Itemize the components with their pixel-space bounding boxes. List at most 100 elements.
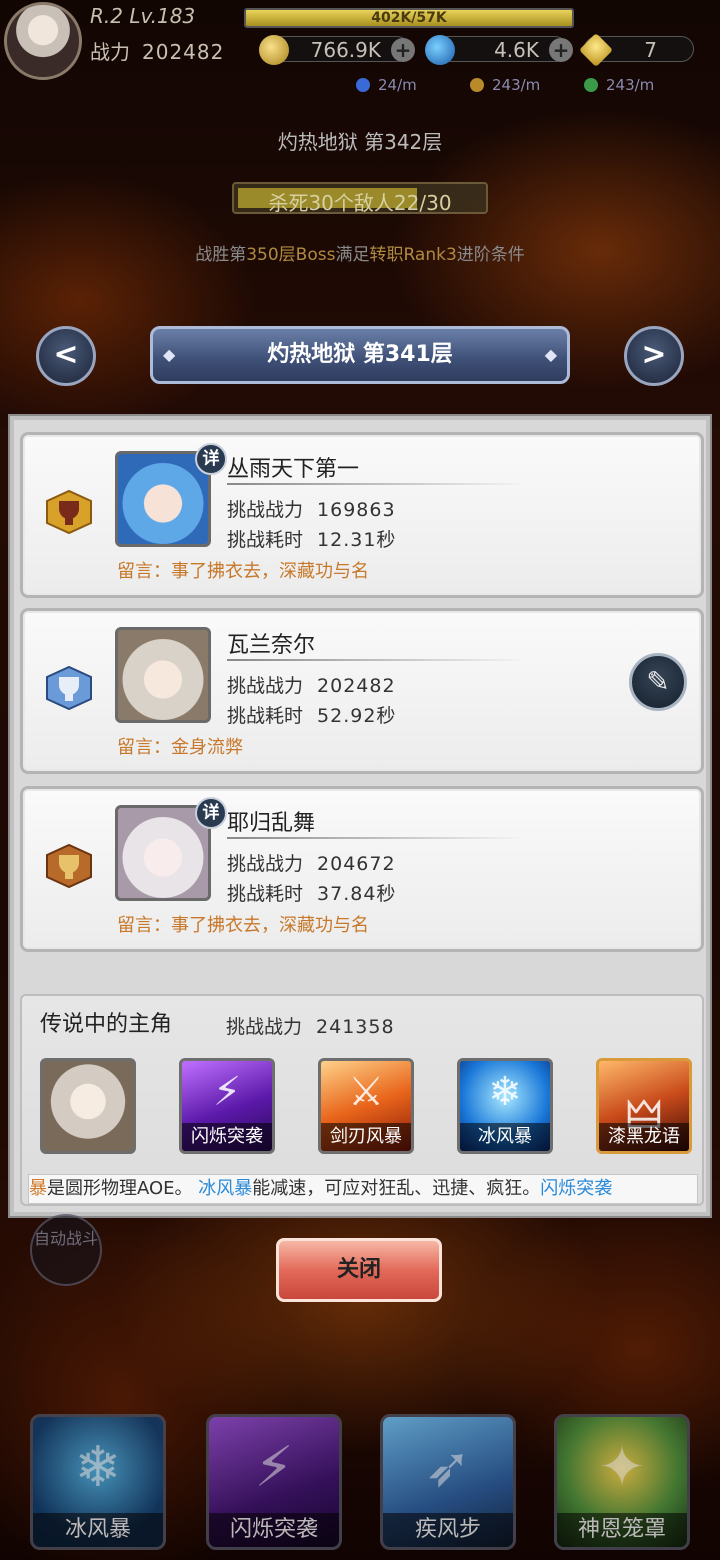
gem-rate-icon <box>356 78 370 92</box>
player-name: 耶归乱舞 <box>227 811 316 836</box>
skill-ice-storm[interactable]: ❄ 冰风暴 <box>457 1058 553 1154</box>
challenge-power-label: 挑战战力 <box>227 499 304 521</box>
auto-battle-button[interactable]: 自动战斗 <box>30 1214 102 1286</box>
challenge-power: 挑战战力 169863 <box>227 495 396 522</box>
bottom-skill-ice-storm[interactable]: ❄ 冰风暴 <box>30 1414 166 1550</box>
divine-shield-icon: ✦ <box>598 1435 646 1500</box>
challenge-time: 挑战耗时 52.92秒 <box>227 701 396 728</box>
gem-rate-text: 24/m <box>378 76 417 94</box>
boss-cond-floor: 350层Boss <box>246 245 336 265</box>
detail-badge[interactable]: 详 <box>195 443 227 475</box>
bottom-skill-label: 疾风步 <box>383 1513 513 1547</box>
blade-storm-icon: ⚔ <box>348 1069 384 1115</box>
add-gem-button[interactable]: + <box>549 38 573 62</box>
bottom-skill-wind-step[interactable]: ➶ 疾风步 <box>380 1414 516 1550</box>
challenge-time-value: 12.31秒 <box>317 529 397 551</box>
floor-banner: 灼热地狱 第341层 <box>150 326 570 384</box>
boss-cond-rank: 转职Rank3 <box>369 245 457 265</box>
challenge-power-value: 204672 <box>317 853 396 875</box>
wind-step-icon: ➶ <box>424 1435 472 1500</box>
current-floor-title: 灼热地狱 第342层 <box>277 130 443 154</box>
flash-assault-icon: ⚡ <box>254 1435 294 1500</box>
bottom-skill-label: 闪烁突袭 <box>209 1513 339 1547</box>
player-power: 战力 202482 <box>90 36 224 65</box>
player-message: 留言：事了拂衣去，深藏功与名 <box>117 915 369 936</box>
gold-rate-icon <box>470 78 484 92</box>
player-name: 丛雨天下第一 <box>227 457 360 482</box>
gem-rate: 24/m <box>356 76 417 94</box>
record-card: 瓦兰奈尔 挑战战力 202482 挑战耗时 52.92秒 留言：金身流弊 ✎ <box>20 608 704 774</box>
flash-assault-icon: ⚡ <box>212 1069 242 1115</box>
top-hud: R.2 Lv.183 402K/57K 战力 202482 766.9K + 4.… <box>0 0 720 110</box>
player-message: 留言：金身流弊 <box>117 737 243 758</box>
challenge-time: 挑战耗时 12.31秒 <box>227 525 396 552</box>
tip-text: 是圆形物理AOE。 <box>47 1178 199 1199</box>
player-name: 瓦兰奈尔 <box>227 633 316 658</box>
exp-rate-text: 243/m <box>606 76 655 94</box>
yellow-crystal-icon <box>579 33 613 67</box>
floor-records-panel: 详 丛雨天下第一 挑战战力 169863 挑战耗时 12.31秒 留言：事了拂衣去，… <box>10 416 710 1216</box>
gold-trophy-icon <box>46 489 92 535</box>
challenge-time-label: 挑战耗时 <box>227 883 304 905</box>
legend-hero-portrait[interactable] <box>40 1058 136 1154</box>
bottom-skill-label: 冰风暴 <box>33 1513 163 1547</box>
power-label: 战力 <box>90 40 130 64</box>
gold-counter: 766.9K + <box>259 35 415 65</box>
bottom-skill-divine-shield[interactable]: ✦ 神恩笼罩 <box>554 1414 690 1550</box>
tip-skill-ice: 冰风暴 <box>198 1178 253 1199</box>
player-portrait[interactable] <box>115 627 211 723</box>
player-avatar[interactable] <box>4 2 82 80</box>
legend-hero-section: 传说中的主角 挑战战力 241358 ⚡ 闪烁突袭 ⚔ 剑刃风暴 ❄ 冰风暴 🜲 … <box>20 994 704 1206</box>
challenge-power: 挑战战力 202482 <box>227 671 396 698</box>
name-divider <box>227 837 527 839</box>
skill-dark-dragon[interactable]: 🜲 漆黑龙语 <box>596 1058 692 1154</box>
boss-cond-part: 进阶条件 <box>456 245 525 265</box>
boss-cond-part: 战胜第 <box>195 245 247 265</box>
gold-rate: 243/m <box>470 76 540 94</box>
record-card: 详 丛雨天下第一 挑战战力 169863 挑战耗时 12.31秒 留言：事了拂衣去，… <box>20 432 704 598</box>
kill-task: 杀死30个敌人22/30 <box>232 182 488 215</box>
close-button[interactable]: 关闭 <box>276 1238 442 1302</box>
challenge-time-label: 挑战耗时 <box>227 705 304 727</box>
challenge-power-label: 挑战战力 <box>227 853 304 875</box>
crystal-counter: 7 <box>579 33 694 67</box>
legend-power: 挑战战力 241358 <box>226 1012 395 1039</box>
name-divider <box>227 659 527 661</box>
tip-keyword: 暴 <box>29 1178 47 1199</box>
scroll-quill-icon[interactable]: ✎ <box>629 653 687 711</box>
crystal-value: 7 <box>644 38 657 62</box>
challenge-power: 挑战战力 204672 <box>227 849 396 876</box>
record-card: 详 耶归乱舞 挑战战力 204672 挑战耗时 37.84秒 留言：事了拂衣去，深藏… <box>20 786 704 952</box>
challenge-time-label: 挑战耗时 <box>227 529 304 551</box>
exp-rate-icon <box>584 78 598 92</box>
skill-flash-assault[interactable]: ⚡ 闪烁突袭 <box>179 1058 275 1154</box>
legend-title: 传说中的主角 <box>40 1012 173 1037</box>
strategy-tip: 暴是圆形物理AOE。 冰风暴能减速，可应对狂乱、迅捷、疯狂。闪烁突袭 <box>28 1174 698 1204</box>
challenge-power-value: 169863 <box>317 499 396 521</box>
legend-power-label: 挑战战力 <box>226 1016 303 1038</box>
challenge-time-value: 52.92秒 <box>317 705 397 727</box>
name-divider <box>227 483 527 485</box>
detail-badge[interactable]: 详 <box>195 797 227 829</box>
player-message: 留言：事了拂衣去，深藏功与名 <box>117 561 369 582</box>
power-value: 202482 <box>142 40 225 64</box>
challenge-time-value: 37.84秒 <box>317 883 397 905</box>
boss-cond-part: 满足 <box>335 245 370 265</box>
bottom-skill-label: 神恩笼罩 <box>557 1513 687 1547</box>
ice-storm-icon: ❄ <box>74 1435 122 1500</box>
boss-condition: 战胜第350层Boss满足转职Rank3进阶条件 <box>0 240 720 265</box>
next-floor-button[interactable]: > <box>624 326 684 386</box>
exp-rate: 243/m <box>584 76 654 94</box>
add-gold-button[interactable]: + <box>391 38 415 62</box>
ice-storm-icon: ❄ <box>488 1069 522 1115</box>
gem-counter: 4.6K + <box>425 35 573 65</box>
kill-task-text: 杀死30个敌人22/30 <box>268 191 452 215</box>
skill-blade-storm[interactable]: ⚔ 剑刃风暴 <box>318 1058 414 1154</box>
prev-floor-button[interactable]: < <box>36 326 96 386</box>
tip-text: 能减速，可应对狂乱、迅捷、疯狂。 <box>252 1178 541 1199</box>
skill-label: 剑刃风暴 <box>321 1123 411 1151</box>
blue-gem-icon <box>425 35 455 65</box>
challenge-time: 挑战耗时 37.84秒 <box>227 879 396 906</box>
skill-label: 闪烁突袭 <box>182 1123 272 1151</box>
bottom-skill-flash-assault[interactable]: ⚡ 闪烁突袭 <box>206 1414 342 1550</box>
